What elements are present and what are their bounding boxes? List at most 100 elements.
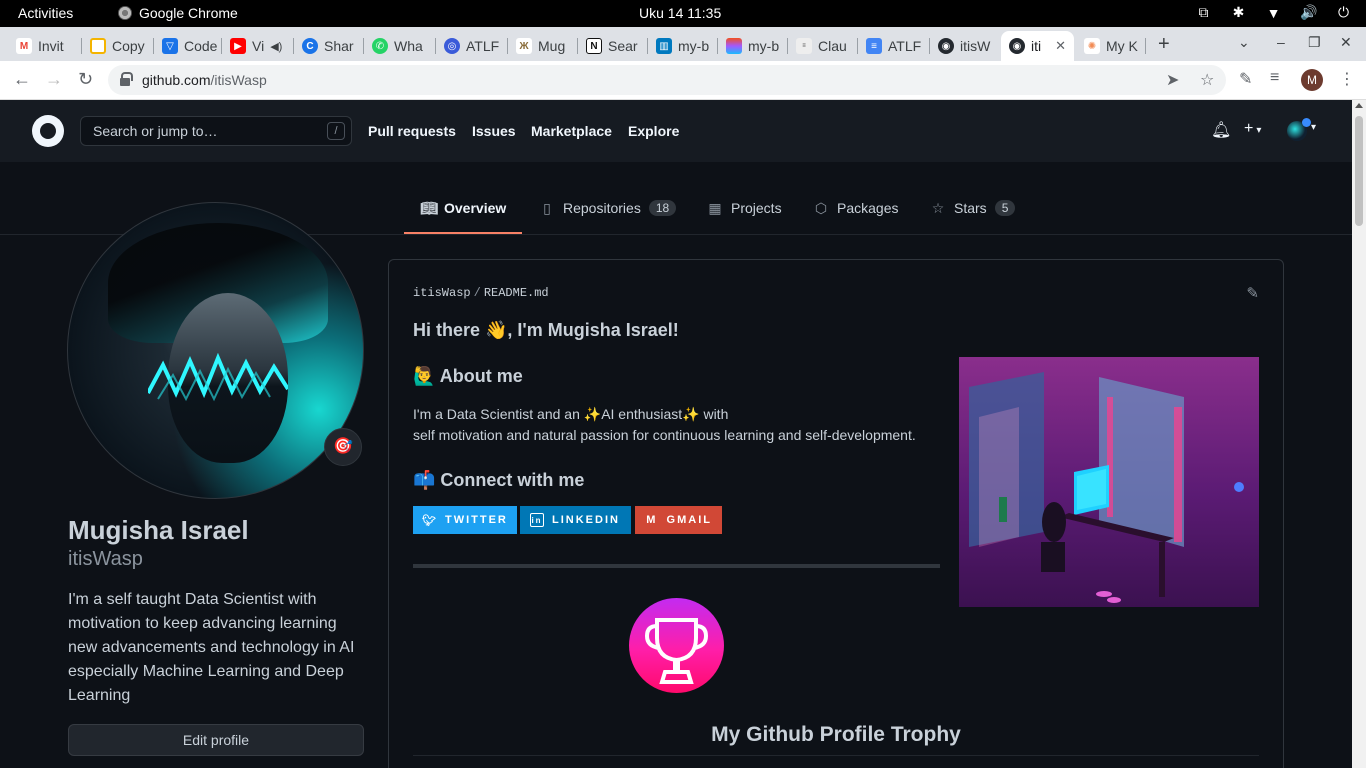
stars-count: 5 <box>994 200 1016 216</box>
tab-title: iti <box>1031 38 1042 54</box>
slack-icon[interactable]: ✱ <box>1230 4 1247 21</box>
app-menu[interactable]: Google Chrome <box>118 5 238 21</box>
media-controls-icon[interactable]: ≡ <box>1270 69 1279 87</box>
forward-button[interactable]: → <box>45 69 63 90</box>
system-tray[interactable]: ⧉ ✱ ▼ 🔊 ⏻ <box>1195 4 1352 21</box>
browser-tab[interactable]: ▽ Code <box>154 31 222 61</box>
clock[interactable]: Uku 14 11:35 <box>639 5 721 21</box>
audio-playing-icon[interactable]: ◀) <box>270 40 282 53</box>
edit-readme-pencil-icon[interactable]: ✎ <box>1246 284 1259 302</box>
book-icon: 📖︎ <box>420 200 438 216</box>
tab-repositories[interactable]: ▯ Repositories 18 <box>539 200 677 216</box>
chrome-profile-avatar[interactable]: M <box>1301 69 1323 91</box>
close-tab-icon[interactable]: ✕ <box>1055 38 1066 54</box>
github-logo-icon[interactable] <box>32 115 64 147</box>
reload-button[interactable]: ↻ <box>78 69 93 90</box>
tab-stars[interactable]: ☆ Stars 5 <box>930 200 1016 216</box>
edit-profile-button[interactable]: Edit profile <box>68 724 364 756</box>
maximize-button[interactable]: ❐ <box>1308 34 1321 51</box>
browser-tab[interactable]: M Invit <box>8 31 82 61</box>
scrollbar-thumb[interactable] <box>1355 116 1363 226</box>
tab-projects[interactable]: ▦ Projects <box>707 200 781 216</box>
notifications-bell-icon[interactable]: 🔔︎ <box>1211 120 1231 140</box>
nav-issues[interactable]: Issues <box>472 123 516 139</box>
notion-icon: N <box>586 38 602 54</box>
profile-full-name: Mugisha Israel <box>68 515 249 545</box>
status-emoji-button[interactable]: 🎯 <box>324 428 362 466</box>
browser-tab[interactable]: ▥ my-b <box>648 31 718 61</box>
butterfly-icon: Ж <box>516 38 532 54</box>
create-new-button[interactable]: + ▾ <box>1244 120 1261 138</box>
readme-file-link[interactable]: README.md <box>484 286 549 300</box>
tab-strip: M Invit Copy ▽ Code ▶ Vi ◀) C Shar ✆ Wha… <box>0 27 1366 61</box>
youtube-icon: ▶ <box>230 38 246 54</box>
nav-pull-requests[interactable]: Pull requests <box>368 123 456 139</box>
tab-packages[interactable]: ⬡ Packages <box>813 200 899 216</box>
browser-tab[interactable]: ≡ ATLF <box>858 31 930 61</box>
readme-greeting: Hi there 👋, I'm Mugisha Israel! <box>413 320 679 340</box>
scroll-up-arrow-icon[interactable] <box>1355 103 1363 108</box>
search-input[interactable] <box>81 117 321 145</box>
about-line: I'm a Data Scientist and an ✨AI enthusia… <box>413 406 729 422</box>
lock-icon[interactable] <box>120 72 133 86</box>
back-button[interactable]: ← <box>13 69 31 90</box>
wifi-icon[interactable]: ▼ <box>1265 5 1282 21</box>
tab-title: Copy <box>112 38 145 54</box>
tab-search-icon[interactable]: ⌄ <box>1238 34 1250 51</box>
slides-icon <box>90 38 106 54</box>
browser-tab[interactable]: N Sear <box>578 31 648 61</box>
twitter-icon: 🐦︎ <box>422 514 438 527</box>
browser-tab[interactable]: C Shar <box>294 31 364 61</box>
minimize-button[interactable]: – <box>1277 34 1285 50</box>
address-bar[interactable]: github.com/itisWasp ➤ ☆ <box>108 65 1226 95</box>
readme-owner-link[interactable]: itisWasp <box>413 286 471 300</box>
volume-icon[interactable]: 🔊 <box>1300 4 1317 21</box>
browser-tab[interactable]: ✺ My K <box>1076 31 1146 61</box>
power-icon[interactable]: ⏻ <box>1335 4 1352 21</box>
tab-title: Vi <box>252 38 265 54</box>
nav-explore[interactable]: Explore <box>628 123 679 139</box>
page-scrollbar[interactable] <box>1352 100 1366 768</box>
docs-icon: ≡ <box>866 38 882 54</box>
send-icon[interactable]: ➤ <box>1166 70 1179 90</box>
tab-label: Packages <box>837 200 899 216</box>
tab-overview[interactable]: 📖︎ Overview <box>420 200 506 216</box>
user-avatar-menu[interactable] <box>1287 118 1311 141</box>
linkedin-badge[interactable]: in LINKEDIN <box>520 506 631 534</box>
about-line: self motivation and natural passion for … <box>413 427 916 443</box>
tab-title: Invit <box>38 38 64 54</box>
browser-tab[interactable]: ◎ ATLF <box>436 31 508 61</box>
claude-icon: ≡ <box>796 38 812 54</box>
extensions-icon[interactable]: ✎ <box>1239 69 1252 89</box>
divider <box>413 755 1259 756</box>
browser-tab[interactable]: Copy <box>82 31 154 61</box>
whatsapp-icon: ✆ <box>372 38 388 54</box>
github-icon: ◉ <box>938 38 954 54</box>
chrome-menu-icon[interactable]: ⋮ <box>1339 69 1355 89</box>
gmail-badge[interactable]: M GMAIL <box>635 506 722 534</box>
screen-icon[interactable]: ⧉ <box>1195 4 1212 21</box>
browser-tab[interactable]: Ж Mug <box>508 31 578 61</box>
system-top-bar: Activities Google Chrome Uku 14 11:35 ⧉ … <box>0 0 1366 27</box>
url-text[interactable]: github.com/itisWasp <box>142 72 267 88</box>
gmail-icon: M <box>16 38 32 54</box>
browser-tab[interactable]: ▶ Vi ◀) <box>222 31 294 61</box>
profile-avatar[interactable] <box>67 202 364 499</box>
github-search[interactable]: / <box>80 116 352 146</box>
activities-button[interactable]: Activities <box>18 5 73 21</box>
connect-heading: 📫 Connect with me <box>413 470 585 490</box>
browser-tab[interactable]: ✆ Wha <box>364 31 436 61</box>
tab-title: Mug <box>538 38 566 54</box>
browser-tab-active[interactable]: ◉ iti ✕ <box>1001 31 1074 61</box>
bookmark-star-icon[interactable]: ☆ <box>1200 70 1214 90</box>
new-tab-button[interactable]: + <box>1158 33 1170 56</box>
chevron-down-icon[interactable]: ▾ <box>1311 122 1316 133</box>
readme-path: itisWasp / README.md <box>413 286 549 300</box>
twitter-badge[interactable]: 🐦︎ TWITTER <box>413 506 517 534</box>
browser-tab[interactable]: ≡ Clau <box>788 31 858 61</box>
nav-marketplace[interactable]: Marketplace <box>531 123 612 139</box>
close-window-button[interactable]: ✕ <box>1340 34 1352 51</box>
readme-box: itisWasp / README.md ✎ Hi there 👋, I'm Mug… <box>388 259 1284 768</box>
browser-tab[interactable]: ◉ itisW <box>930 31 1000 61</box>
browser-tab[interactable]: my-b <box>718 31 788 61</box>
